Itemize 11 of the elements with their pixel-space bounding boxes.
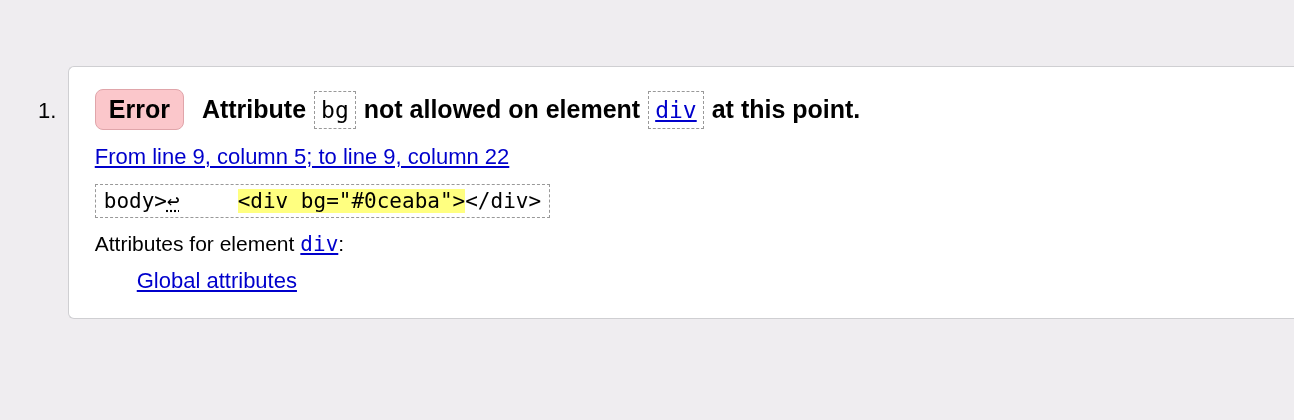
element-link[interactable]: div <box>648 90 704 129</box>
error-message: Attribute bg not allowed on element div at this point. <box>201 90 861 129</box>
colon-text: : <box>338 232 345 256</box>
list-number: 1. <box>37 97 58 124</box>
error-badge: Error <box>94 89 184 130</box>
attributes-label: Attributes for element <box>94 232 295 256</box>
element-link[interactable]: div <box>300 232 339 256</box>
attributes-link[interactable]: Global attributes <box>136 268 297 293</box>
location-link[interactable]: From line 9, column 5; to line 9, column 22 <box>94 144 510 170</box>
code-extract: body>↩ <div bg="#0ceaba"></div> <box>94 184 551 218</box>
attribute-code: bg <box>314 90 356 129</box>
